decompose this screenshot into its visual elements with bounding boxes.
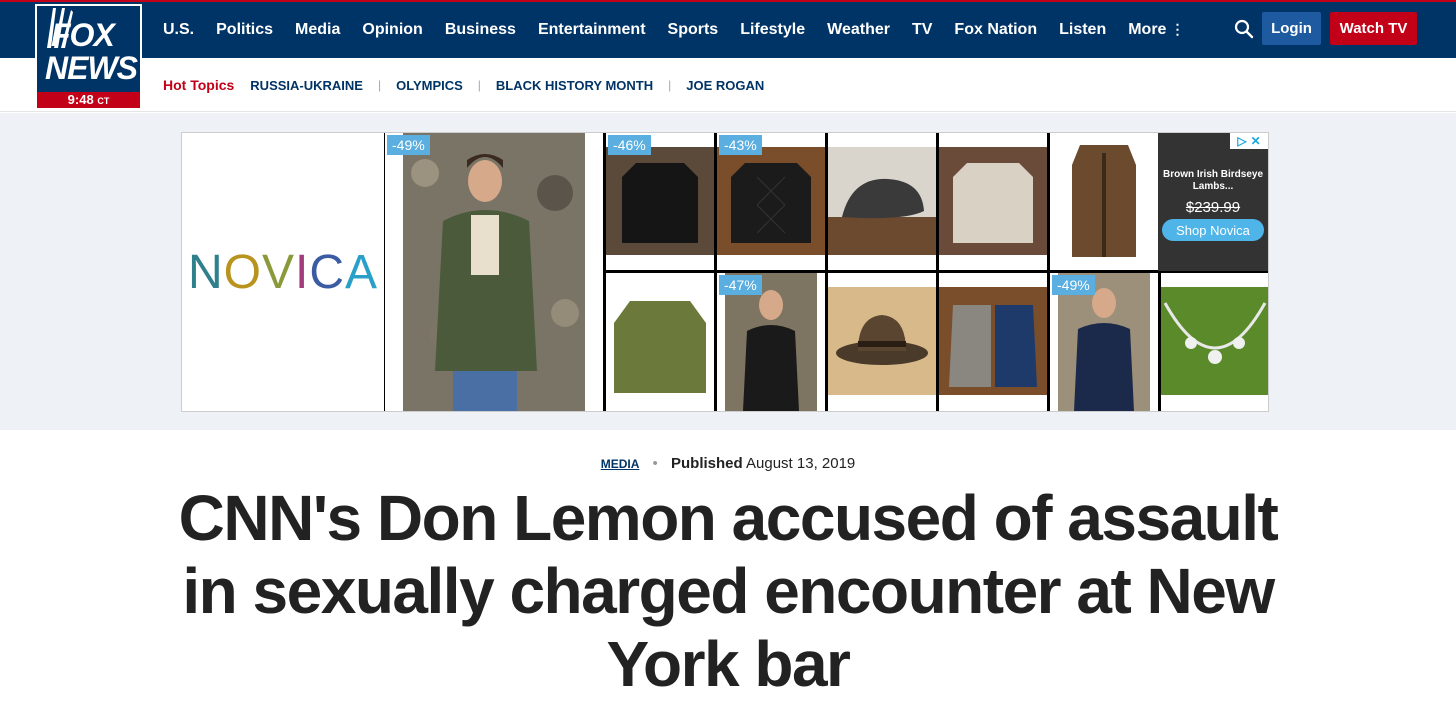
nav-entertainment[interactable]: Entertainment bbox=[538, 21, 646, 39]
top-navigation-bar: U.S. Politics Media Opinion Business Ent… bbox=[0, 0, 1456, 58]
topic-joe-rogan[interactable]: JOE ROGAN bbox=[686, 78, 764, 93]
discount-badge: -49% bbox=[387, 135, 430, 155]
nav-tv[interactable]: TV bbox=[912, 21, 932, 39]
topic-divider: | bbox=[477, 78, 481, 92]
article-headline: CNN's Don Lemon accused of assault in se… bbox=[178, 482, 1279, 700]
ad-product-knit-cardigan[interactable] bbox=[939, 133, 1047, 270]
ad-product-green-sweater[interactable] bbox=[606, 273, 714, 411]
product-image bbox=[828, 147, 936, 255]
nav-listen[interactable]: Listen bbox=[1059, 21, 1106, 39]
ad-product-fleece-vests[interactable] bbox=[939, 273, 1047, 411]
fox-news-logo[interactable]: FOX NEWS 9:48 CT bbox=[35, 4, 142, 110]
topic-olympics[interactable]: OLYMPICS bbox=[396, 78, 463, 93]
discount-badge: -46% bbox=[608, 135, 651, 155]
watch-tv-button[interactable]: Watch TV bbox=[1330, 12, 1417, 45]
search-icon[interactable] bbox=[1233, 18, 1255, 40]
product-image bbox=[939, 147, 1047, 255]
hot-topics-label: Hot Topics bbox=[163, 77, 235, 93]
current-time: 9:48 bbox=[67, 92, 94, 107]
ad-product-title: Brown Irish Birdseye Lambs... bbox=[1162, 169, 1264, 192]
more-dots-icon: ⋮ bbox=[1170, 21, 1185, 37]
ad-product-info-panel[interactable]: ▷ ✕ Brown Irish Birdseye Lambs... $239.99… bbox=[1158, 133, 1268, 271]
meta-separator: • bbox=[652, 455, 658, 472]
topic-divider: | bbox=[377, 78, 382, 92]
nav-lifestyle[interactable]: Lifestyle bbox=[740, 21, 805, 39]
hot-topics-bar: Hot Topics RUSSIA-UKRAINE | OLYMPICS | B… bbox=[0, 58, 1456, 112]
hot-topics-list: Hot Topics RUSSIA-UKRAINE | OLYMPICS | B… bbox=[163, 58, 764, 112]
logo-time: 9:48 CT bbox=[37, 92, 140, 108]
shop-novica-button[interactable]: Shop Novica bbox=[1162, 219, 1264, 241]
ad-product-black-jacket-model[interactable]: -47% bbox=[717, 273, 825, 411]
adchoices-icon[interactable]: ▷ ✕ bbox=[1230, 133, 1268, 149]
time-zone: CT bbox=[97, 96, 110, 106]
discount-badge: -47% bbox=[719, 275, 762, 295]
ad-product-quilted-jacket[interactable]: -43% bbox=[717, 133, 825, 270]
nav-more[interactable]: More ⋮ bbox=[1128, 21, 1184, 39]
ad-product-price: $239.99 bbox=[1185, 199, 1241, 216]
ad-product-green-jacket[interactable]: -49% bbox=[385, 133, 603, 411]
product-image bbox=[403, 133, 585, 411]
nav-us[interactable]: U.S. bbox=[163, 21, 194, 39]
nav-weather[interactable]: Weather bbox=[827, 21, 890, 39]
published-date: August 13, 2019 bbox=[746, 455, 856, 472]
product-image bbox=[606, 273, 714, 411]
logo-news-text: NEWS bbox=[45, 50, 138, 86]
nav-business[interactable]: Business bbox=[445, 21, 516, 39]
article-meta: MEDIA • Published August 13, 2019 bbox=[0, 455, 1456, 472]
nav-sports[interactable]: Sports bbox=[668, 21, 719, 39]
nav-more-label: More bbox=[1128, 21, 1167, 38]
product-image bbox=[1050, 133, 1158, 270]
nav-politics[interactable]: Politics bbox=[216, 21, 273, 39]
novica-logo: NOVICA bbox=[187, 245, 379, 299]
published-label: Published bbox=[670, 455, 743, 472]
main-nav: U.S. Politics Media Opinion Business Ent… bbox=[163, 2, 1206, 58]
nav-media[interactable]: Media bbox=[295, 21, 340, 39]
product-image bbox=[1161, 287, 1268, 395]
novica-display-ad[interactable]: NOVICA -49% -46% -43% ▷ ✕ Brown Irish Bi… bbox=[181, 132, 1269, 412]
ad-product-fedora[interactable] bbox=[828, 273, 936, 411]
ad-product-navy-parka-model[interactable]: -49% bbox=[1050, 273, 1158, 411]
ad-product-leather-vest[interactable] bbox=[1050, 133, 1158, 270]
discount-badge: -49% bbox=[1052, 275, 1095, 295]
logo-fox-text: FOX bbox=[51, 17, 115, 53]
product-image bbox=[939, 287, 1047, 395]
login-button[interactable]: Login bbox=[1262, 12, 1321, 45]
discount-badge: -43% bbox=[719, 135, 762, 155]
nav-fox-nation[interactable]: Fox Nation bbox=[954, 21, 1037, 39]
nav-opinion[interactable]: Opinion bbox=[362, 21, 422, 39]
ad-region: NOVICA -49% -46% -43% ▷ ✕ Brown Irish Bi… bbox=[0, 113, 1456, 430]
ad-product-silver-necklace[interactable] bbox=[1161, 273, 1268, 411]
article-category[interactable]: MEDIA bbox=[601, 457, 640, 471]
topic-russia-ukraine[interactable]: RUSSIA-UKRAINE bbox=[250, 78, 363, 93]
topic-black-history-month[interactable]: BLACK HISTORY MONTH bbox=[496, 78, 653, 93]
ad-product-black-fleece[interactable]: -46% bbox=[606, 133, 714, 270]
topic-divider: | bbox=[668, 78, 672, 92]
ad-brand-panel[interactable]: NOVICA bbox=[182, 133, 384, 411]
product-image bbox=[828, 287, 936, 395]
ad-product-flat-cap[interactable] bbox=[828, 133, 936, 270]
